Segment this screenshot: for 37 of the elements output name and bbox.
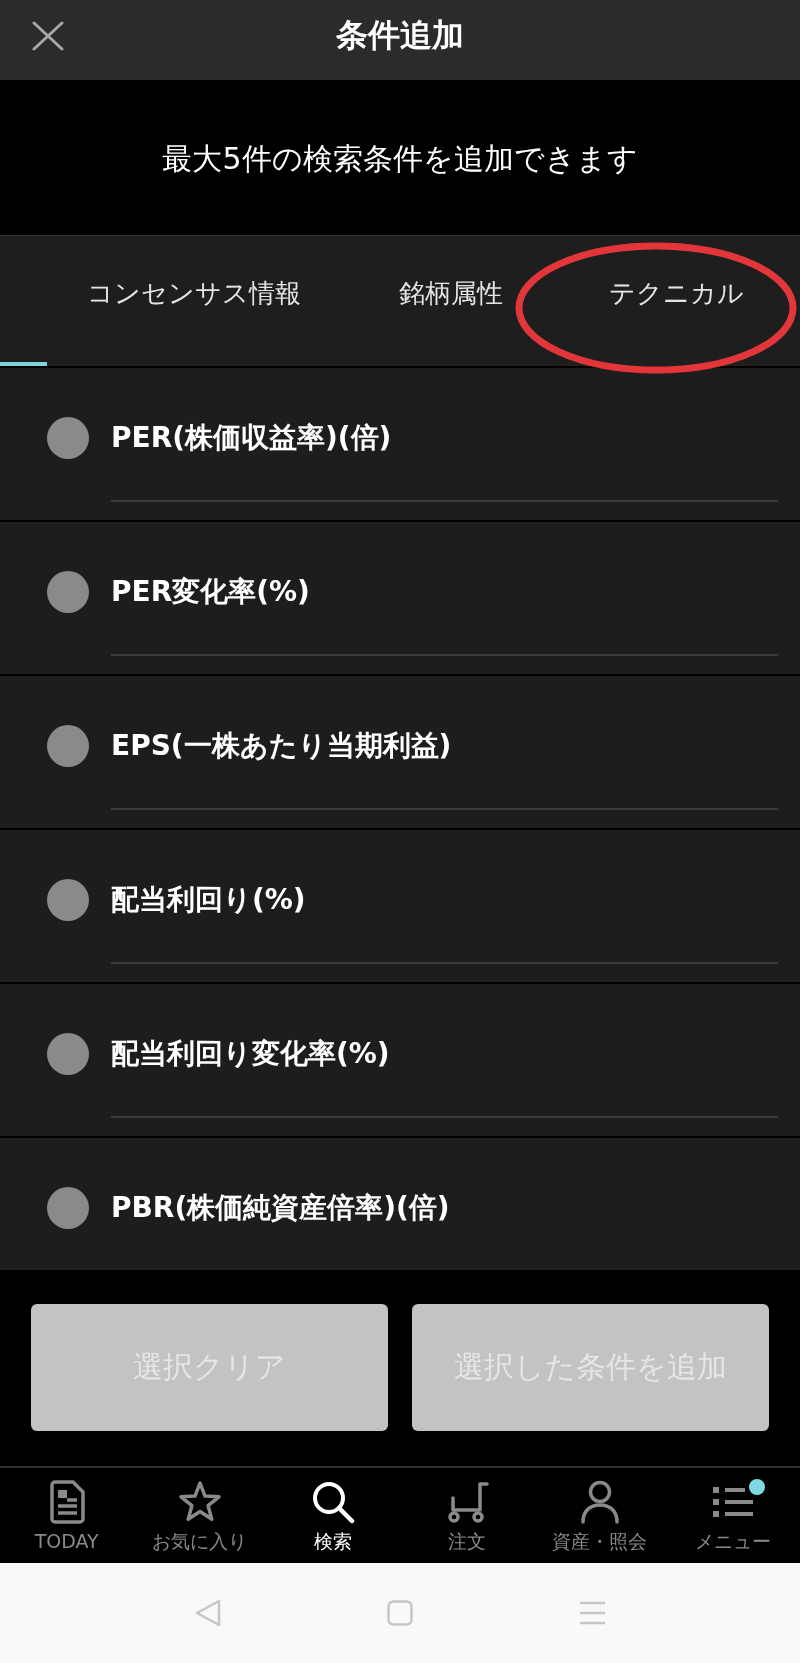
close-button[interactable] xyxy=(32,21,64,51)
condition-label: PBR(株価純資産倍率)(倍) xyxy=(111,1190,451,1226)
condition-label: 配当利回り変化率(%) xyxy=(111,1036,391,1072)
screen-title: 条件追加 xyxy=(335,15,465,56)
category-tab[interactable]: コンセンサス情報 xyxy=(37,236,350,366)
condition-label: 配当利回り(%) xyxy=(111,882,307,918)
close-icon xyxy=(32,21,64,51)
nav-tab[interactable]: メニュー xyxy=(666,1468,800,1563)
radio-button[interactable] xyxy=(47,417,89,459)
nav-tab[interactable]: お気に入り xyxy=(133,1468,267,1563)
condition-label: PER変化率(%) xyxy=(111,574,311,610)
radio-button[interactable] xyxy=(47,571,89,613)
menu-icon xyxy=(711,1484,756,1520)
condition-row[interactable]: EPS(一株あたり当期利益) xyxy=(0,676,800,828)
category-tab[interactable]: 銘柄属性 xyxy=(350,236,552,366)
nav-tab[interactable]: 注文 xyxy=(400,1468,534,1563)
radio-button[interactable] xyxy=(47,725,89,767)
nav-tab[interactable]: 検索 xyxy=(266,1468,400,1563)
condition-label: PER(株価収益率)(倍) xyxy=(111,420,393,456)
condition-label: EPS(一株あたり当期利益) xyxy=(111,728,453,764)
radio-button[interactable] xyxy=(47,1033,89,1075)
search-icon xyxy=(311,1480,356,1524)
document-icon xyxy=(48,1480,85,1524)
condition-row[interactable]: PBR(株価純資産倍率)(倍) xyxy=(0,1138,800,1270)
radio-button[interactable] xyxy=(47,1187,89,1229)
nav-tab[interactable]: TODAY xyxy=(0,1468,134,1563)
condition-row[interactable]: 配当利回り変化率(%) xyxy=(0,984,800,1136)
condition-row[interactable]: PER変化率(%) xyxy=(0,522,800,674)
star-icon xyxy=(178,1480,222,1524)
radio-button[interactable] xyxy=(47,879,89,921)
condition-row[interactable]: 配当利回り(%) xyxy=(0,830,800,982)
category-tab[interactable]: テクニカル xyxy=(552,236,800,366)
notice-text: 最大5件の検索条件を追加できます xyxy=(162,140,638,178)
condition-row[interactable]: PER(株価収益率)(倍) xyxy=(0,368,800,520)
person-icon xyxy=(578,1480,622,1524)
nav-tab[interactable]: 資産・照会 xyxy=(533,1468,667,1563)
tab-indicator xyxy=(0,362,47,366)
